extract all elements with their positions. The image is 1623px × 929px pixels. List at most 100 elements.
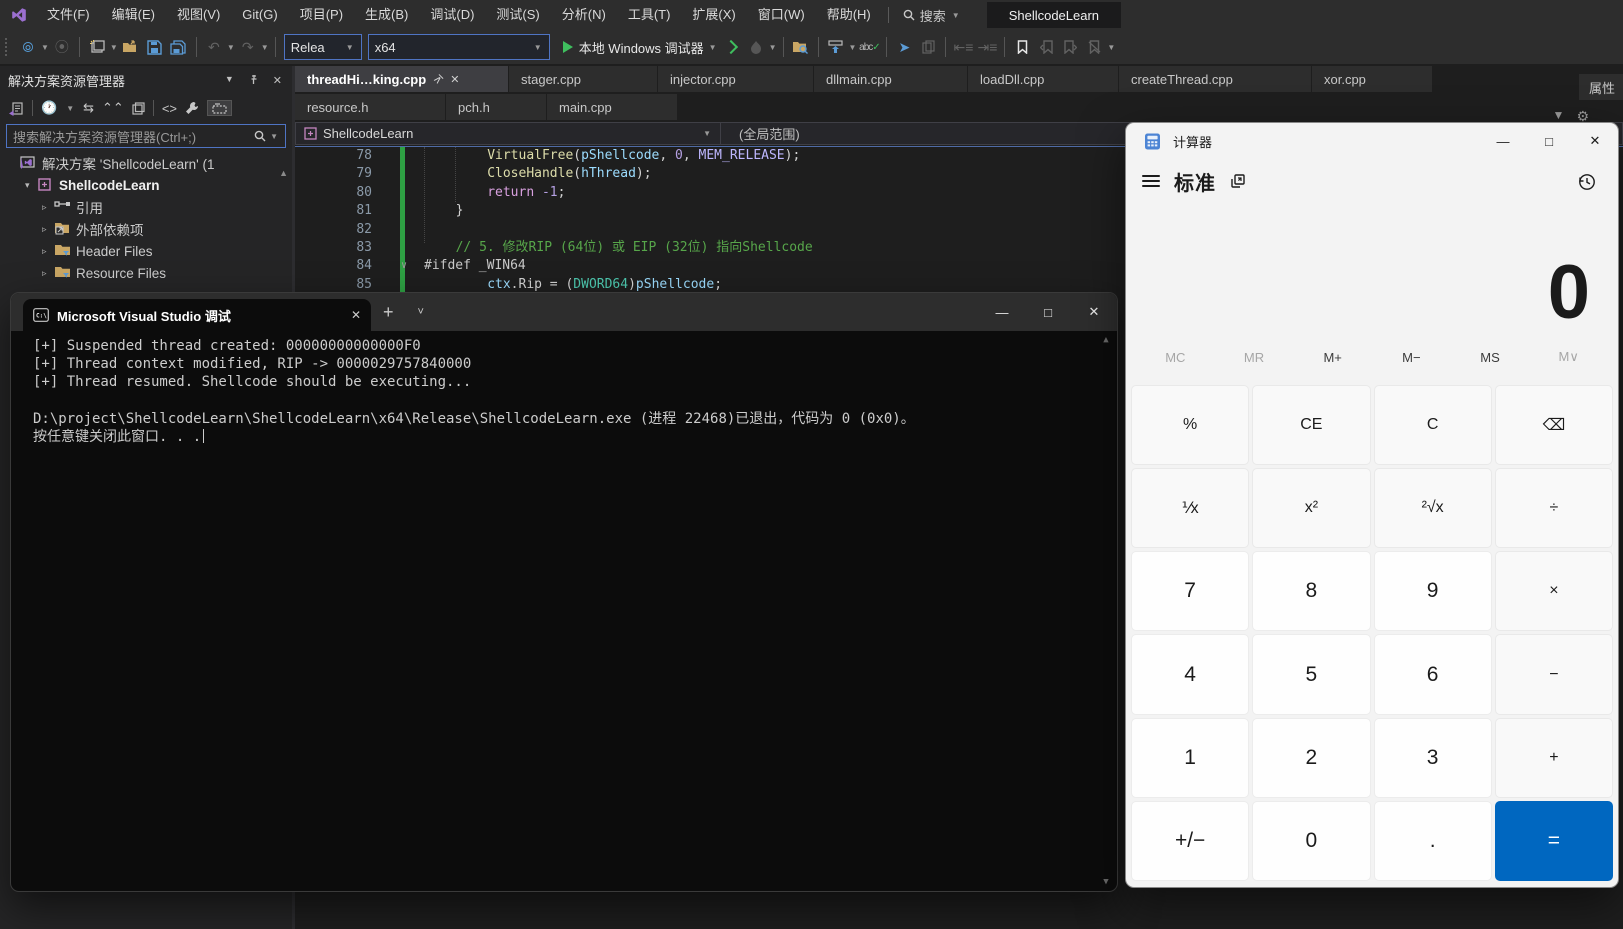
chevron-down-icon[interactable]: ▼ bbox=[849, 43, 857, 52]
calc-key-1[interactable]: 1 bbox=[1131, 718, 1249, 798]
tab-dropdown-button[interactable]: ˅ bbox=[406, 306, 436, 318]
calculator-titlebar[interactable]: 计算器 — □ ✕ bbox=[1126, 123, 1618, 159]
tree-item-3[interactable]: ▹外部依赖项 bbox=[0, 218, 292, 240]
pin-icon[interactable] bbox=[248, 74, 259, 87]
sync-with-active-document-icon[interactable] bbox=[825, 36, 847, 58]
show-all-files-layers-icon[interactable] bbox=[132, 102, 145, 115]
editor-tab-createThread.cpp[interactable]: createThread.cpp bbox=[1119, 66, 1311, 92]
calc-key-backspace[interactable]: ⌫ bbox=[1495, 385, 1613, 465]
navigate-forward-button[interactable]: ⦿ bbox=[51, 36, 73, 58]
calc-key-subtract[interactable]: − bbox=[1495, 634, 1613, 714]
pending-changes-filter-icon[interactable]: 🕐 bbox=[41, 100, 57, 116]
expander-collapsed-icon[interactable]: ▹ bbox=[42, 224, 54, 235]
editor-tab-pch.h[interactable]: pch.h bbox=[446, 94, 546, 120]
expander-expanded-icon[interactable]: ▾ bbox=[25, 180, 37, 191]
keep-on-top-icon[interactable] bbox=[1230, 173, 1246, 189]
undo-button[interactable]: ↶ bbox=[203, 36, 225, 58]
expander-collapsed-icon[interactable]: ▹ bbox=[42, 268, 54, 279]
vs-search-button[interactable]: 搜索 ▼ bbox=[895, 6, 969, 25]
properties-tool-tab[interactable]: 属性 bbox=[1579, 74, 1623, 100]
navbar-project-dropdown[interactable]: ShellcodeLearn ▼ bbox=[295, 122, 721, 145]
tree-item-solution[interactable]: 解决方案 'ShellcodeLearn' (1 bbox=[0, 152, 292, 174]
editor-tab-injector.cpp[interactable]: injector.cpp bbox=[658, 66, 813, 92]
next-bookmark-icon[interactable] bbox=[1059, 36, 1081, 58]
calc-key-square[interactable]: x² bbox=[1252, 468, 1370, 548]
selection-cursor-icon[interactable]: ➤ bbox=[893, 36, 915, 58]
calc-key-6[interactable]: 6 bbox=[1374, 634, 1492, 714]
calc-key-8[interactable]: 8 bbox=[1252, 551, 1370, 631]
chevron-down-icon[interactable]: ▼ bbox=[1107, 43, 1115, 52]
solution-configuration-dropdown[interactable]: Relea ▼ bbox=[284, 34, 362, 60]
menu-item-11[interactable]: 扩展(X) bbox=[681, 0, 746, 30]
show-all-files-icon[interactable] bbox=[207, 100, 232, 116]
increase-indent-icon[interactable]: ⇥≡ bbox=[976, 36, 998, 58]
calc-key-negate[interactable]: +/− bbox=[1131, 801, 1249, 881]
solution-explorer-search-input[interactable]: 搜索解决方案资源管理器(Ctrl+;) ▼ bbox=[6, 124, 286, 148]
calc-key-5[interactable]: 5 bbox=[1252, 634, 1370, 714]
calc-key-clear[interactable]: C bbox=[1374, 385, 1492, 465]
menu-item-8[interactable]: 测试(S) bbox=[485, 0, 550, 30]
calc-key-percent[interactable]: % bbox=[1131, 385, 1249, 465]
menu-item-7[interactable]: 调试(D) bbox=[419, 0, 485, 30]
window-position-icon[interactable]: ▼ bbox=[225, 74, 234, 87]
clear-bookmarks-icon[interactable] bbox=[1083, 36, 1105, 58]
menu-item-2[interactable]: 编辑(E) bbox=[101, 0, 166, 30]
calc-key-reciprocal[interactable]: ⅟x bbox=[1131, 468, 1249, 548]
calc-key-4[interactable]: 4 bbox=[1131, 634, 1249, 714]
solution-platform-dropdown[interactable]: x64 ▼ bbox=[368, 34, 550, 60]
maximize-button[interactable]: □ bbox=[1025, 293, 1071, 331]
calc-key-7[interactable]: 7 bbox=[1131, 551, 1249, 631]
editor-tab-resource.h[interactable]: resource.h bbox=[295, 94, 445, 120]
memory-button-M+[interactable]: M+ bbox=[1293, 350, 1372, 365]
minimize-button[interactable]: — bbox=[1480, 123, 1526, 159]
expander-collapsed-icon[interactable]: ▹ bbox=[42, 202, 54, 213]
close-button[interactable]: ✕ bbox=[1572, 123, 1618, 159]
tree-item-ShellcodeLearn[interactable]: ▾ShellcodeLearn bbox=[0, 174, 292, 196]
decrease-indent-icon[interactable]: ⇤≡ bbox=[952, 36, 974, 58]
save-button[interactable] bbox=[144, 36, 166, 58]
minimize-button[interactable]: — bbox=[979, 293, 1025, 331]
calc-key-0[interactable]: 0 bbox=[1252, 801, 1370, 881]
start-debugging-button[interactable]: 本地 Windows 调试器 bbox=[579, 38, 704, 57]
chevron-down-icon[interactable]: ▼ bbox=[769, 43, 777, 52]
hot-reload-icon[interactable] bbox=[745, 36, 767, 58]
properties-wrench-icon[interactable] bbox=[185, 101, 199, 115]
debug-console-window[interactable]: C:\ Microsoft Visual Studio 调试 ✕ + ˅ — □… bbox=[10, 292, 1118, 892]
redo-button[interactable]: ↷ bbox=[237, 36, 259, 58]
calc-key-3[interactable]: 3 bbox=[1374, 718, 1492, 798]
editor-tab-dllmain.cpp[interactable]: dllmain.cpp bbox=[814, 66, 967, 92]
menu-item-10[interactable]: 工具(T) bbox=[617, 0, 682, 30]
calc-key-square-root[interactable]: ²√x bbox=[1374, 468, 1492, 548]
calc-key-multiply[interactable]: × bbox=[1495, 551, 1613, 631]
save-all-button[interactable] bbox=[168, 36, 190, 58]
menu-item-13[interactable]: 帮助(H) bbox=[816, 0, 882, 30]
calc-key-add[interactable]: + bbox=[1495, 718, 1613, 798]
pin-icon[interactable]: ⊼ bbox=[431, 72, 446, 87]
calc-key-decimal[interactable]: . bbox=[1374, 801, 1492, 881]
console-scrollbar[interactable]: ▲ ▼ bbox=[1099, 335, 1113, 887]
editor-tab-xor.cpp[interactable]: xor.cpp bbox=[1312, 66, 1432, 92]
calc-key-9[interactable]: 9 bbox=[1374, 551, 1492, 631]
memory-button-MS[interactable]: MS bbox=[1451, 350, 1530, 365]
menu-item-3[interactable]: 视图(V) bbox=[166, 0, 231, 30]
calc-key-divide[interactable]: ÷ bbox=[1495, 468, 1613, 548]
view-code-icon[interactable]: <> bbox=[162, 101, 177, 116]
memory-button-M[interactable]: M− bbox=[1372, 350, 1451, 365]
scroll-up-icon[interactable]: ▲ bbox=[1103, 335, 1108, 345]
menu-item-9[interactable]: 分析(N) bbox=[551, 0, 617, 30]
chevron-down-icon[interactable]: ▼ bbox=[110, 43, 118, 52]
previous-bookmark-icon[interactable] bbox=[1035, 36, 1057, 58]
calculator-window[interactable]: 计算器 — □ ✕ 标准 0 MCMRM+M−MSM∨ %CEC⌫⅟xx²²√x… bbox=[1125, 122, 1619, 888]
chevron-down-icon[interactable]: ▼ bbox=[41, 43, 49, 52]
chevron-down-icon[interactable]: ▼ bbox=[261, 43, 269, 52]
close-icon[interactable]: ✕ bbox=[273, 74, 282, 87]
tree-item-HeaderFiles[interactable]: ▹Header Files bbox=[0, 240, 292, 262]
find-in-files-icon[interactable] bbox=[790, 36, 812, 58]
hamburger-menu-icon[interactable] bbox=[1142, 175, 1160, 187]
switch-views-icon[interactable] bbox=[8, 101, 24, 116]
chevron-down-icon[interactable]: ▼ bbox=[227, 43, 235, 52]
tree-item-2[interactable]: ▹引用 bbox=[0, 196, 292, 218]
console-output[interactable]: ▲ ▼ [+] Suspended thread created: 000000… bbox=[11, 331, 1117, 891]
calc-key-2[interactable]: 2 bbox=[1252, 718, 1370, 798]
calc-key-equals[interactable]: = bbox=[1495, 801, 1613, 881]
